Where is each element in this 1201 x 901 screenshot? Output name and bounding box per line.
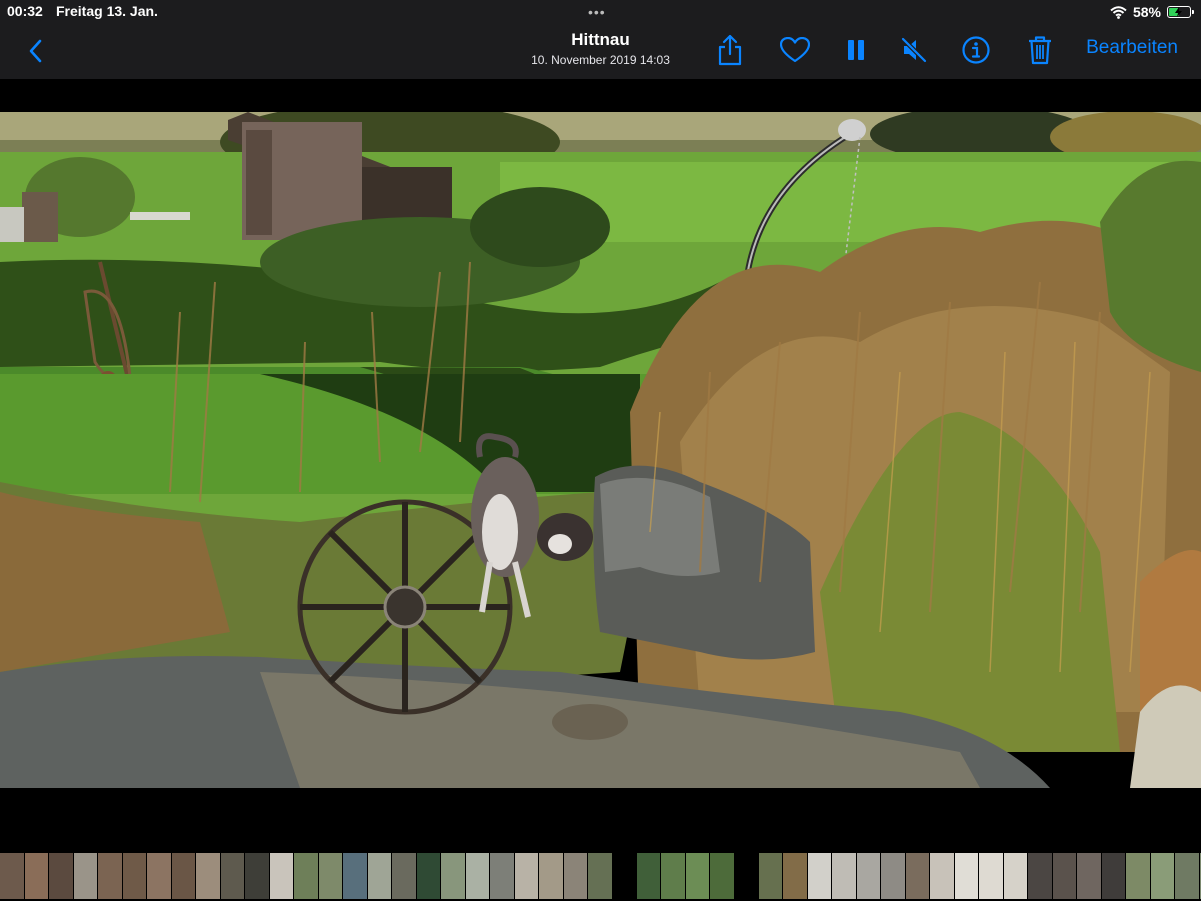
filmstrip-thumbnail[interactable] bbox=[196, 853, 220, 899]
filmstrip-thumbnail[interactable] bbox=[0, 853, 24, 899]
filmstrip-thumbnail[interactable] bbox=[807, 853, 831, 899]
battery-percentage: 58% bbox=[1132, 4, 1161, 20]
pause-icon bbox=[848, 40, 864, 60]
filmstrip-thumbnail[interactable] bbox=[514, 853, 538, 899]
info-icon bbox=[962, 36, 990, 64]
filmstrip-thumbnail[interactable] bbox=[930, 853, 954, 899]
filmstrip-thumbnail[interactable] bbox=[441, 853, 465, 899]
info-button[interactable] bbox=[958, 32, 994, 68]
share-icon bbox=[718, 34, 742, 66]
filmstrip-thumbnail[interactable] bbox=[1003, 853, 1027, 899]
video-frame-garden-pond-cat[interactable] bbox=[0, 112, 1201, 788]
back-button[interactable] bbox=[20, 34, 50, 68]
speaker-muted-icon bbox=[901, 37, 927, 63]
status-indicators: 58% bbox=[1110, 3, 1194, 21]
filmstrip-thumbnail[interactable] bbox=[856, 853, 880, 899]
filmstrip-thumbnail[interactable] bbox=[1028, 853, 1052, 899]
filmstrip-thumbnail[interactable] bbox=[416, 853, 440, 899]
photo-date-subtitle: 10. November 2019 14:03 bbox=[531, 53, 670, 67]
back-chevron-icon bbox=[29, 39, 42, 63]
filmstrip-thumbnail[interactable] bbox=[734, 853, 758, 899]
filmstrip-thumbnail[interactable] bbox=[1126, 853, 1150, 899]
filmstrip-thumbnail[interactable] bbox=[122, 853, 146, 899]
filmstrip-thumbnail[interactable] bbox=[367, 853, 391, 899]
filmstrip-thumbnail[interactable] bbox=[588, 853, 612, 899]
filmstrip-thumbnail[interactable] bbox=[636, 853, 660, 899]
filmstrip-thumbnail[interactable] bbox=[171, 853, 195, 899]
filmstrip-thumbnail[interactable] bbox=[1150, 853, 1174, 899]
filmstrip-thumbnail[interactable] bbox=[979, 853, 1003, 899]
filmstrip-thumbnail[interactable] bbox=[294, 853, 318, 899]
status-bar: 00:32 Freitag 13. Jan. ••• 58% bbox=[0, 0, 1201, 24]
filmstrip-thumbnail[interactable] bbox=[905, 853, 929, 899]
filmstrip-thumbnail[interactable] bbox=[661, 853, 685, 899]
filmstrip-scrubber[interactable] bbox=[0, 851, 1201, 901]
filmstrip-thumbnail[interactable] bbox=[343, 853, 367, 899]
filmstrip-thumbnail[interactable] bbox=[832, 853, 856, 899]
filmstrip-thumbnail[interactable] bbox=[245, 853, 269, 899]
filmstrip-thumbnail[interactable] bbox=[269, 853, 293, 899]
filmstrip-thumbnail[interactable] bbox=[147, 853, 171, 899]
filmstrip-thumbnail[interactable] bbox=[1077, 853, 1101, 899]
pause-button[interactable] bbox=[838, 32, 874, 68]
filmstrip-thumbnail[interactable] bbox=[318, 853, 342, 899]
filmstrip-thumbnail[interactable] bbox=[73, 853, 97, 899]
filmstrip-thumbnail[interactable] bbox=[490, 853, 514, 899]
filmstrip-thumbnail[interactable] bbox=[783, 853, 807, 899]
photo-title-block: Hittnau 10. November 2019 14:03 bbox=[500, 30, 701, 67]
trash-icon bbox=[1029, 36, 1051, 65]
filmstrip-thumbnail[interactable] bbox=[563, 853, 587, 899]
filmstrip-thumbnail[interactable] bbox=[758, 853, 782, 899]
status-time: 00:32 bbox=[7, 3, 43, 19]
filmstrip-thumbnail[interactable] bbox=[685, 853, 709, 899]
filmstrip-thumbnail[interactable] bbox=[98, 853, 122, 899]
media-viewer[interactable] bbox=[0, 79, 1201, 851]
battery-charging-icon bbox=[1167, 6, 1194, 18]
favorite-button[interactable] bbox=[777, 32, 813, 68]
filmstrip-thumbnail[interactable] bbox=[220, 853, 244, 899]
filmstrip-thumbnail[interactable] bbox=[392, 853, 416, 899]
filmstrip-thumbnail[interactable] bbox=[710, 853, 734, 899]
filmstrip-thumbnail[interactable] bbox=[612, 853, 636, 899]
filmstrip-thumbnail[interactable] bbox=[539, 853, 563, 899]
filmstrip-thumbnail[interactable] bbox=[1052, 853, 1076, 899]
filmstrip-thumbnail[interactable] bbox=[954, 853, 978, 899]
wifi-icon bbox=[1110, 5, 1127, 19]
filmstrip-thumbnail[interactable] bbox=[49, 853, 73, 899]
filmstrip-thumbnail[interactable] bbox=[24, 853, 48, 899]
filmstrip-thumbnail[interactable] bbox=[881, 853, 905, 899]
filmstrip-thumbnail[interactable] bbox=[465, 853, 489, 899]
filmstrip-thumbnail[interactable] bbox=[1175, 853, 1199, 899]
navigation-bar: Hittnau 10. November 2019 14:03 Bearbeit… bbox=[0, 24, 1201, 79]
photo-location-title: Hittnau bbox=[571, 30, 630, 49]
edit-button[interactable]: Bearbeiten bbox=[1086, 37, 1178, 59]
mute-button[interactable] bbox=[896, 32, 932, 68]
heart-icon bbox=[780, 37, 810, 63]
delete-button[interactable] bbox=[1022, 32, 1058, 68]
status-date: Freitag 13. Jan. bbox=[56, 3, 158, 19]
share-button[interactable] bbox=[712, 32, 748, 68]
filmstrip-thumbnail[interactable] bbox=[1101, 853, 1125, 899]
multitasking-dots-icon[interactable]: ••• bbox=[588, 4, 606, 20]
